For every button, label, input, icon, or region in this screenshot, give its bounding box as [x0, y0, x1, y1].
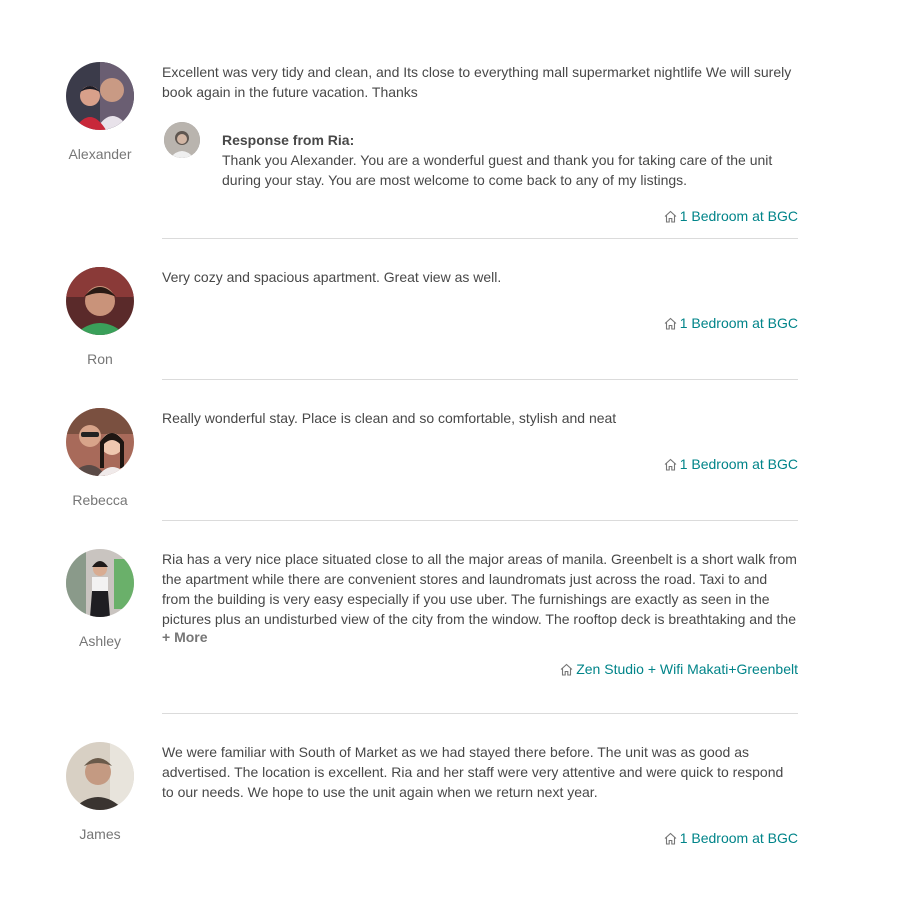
divider [162, 520, 798, 521]
author-name[interactable]: Ron [60, 351, 140, 367]
review-body: Excellent was very tidy and clean, and I… [162, 62, 798, 228]
host-response: Response from Ria: Thank you Alexander. … [162, 122, 798, 190]
home-icon [664, 456, 677, 476]
response-title: Response from Ria: [222, 132, 355, 148]
review-author: Alexander [60, 62, 140, 162]
review-body: Really wonderful stay. Place is clean an… [162, 408, 798, 476]
listing-name: 1 Bedroom at BGC [679, 315, 798, 331]
avatar[interactable] [66, 742, 134, 810]
review-body: Very cozy and spacious apartment. Great … [162, 267, 798, 335]
listing-name: 1 Bedroom at BGC [679, 830, 798, 846]
divider [162, 713, 798, 714]
review-author: James [60, 742, 140, 842]
author-name[interactable]: Ashley [60, 633, 140, 649]
listing-link[interactable]: 1 Bedroom at BGC [162, 206, 798, 228]
divider [162, 238, 798, 239]
listing-link[interactable]: 1 Bedroom at BGC [162, 313, 798, 335]
home-icon [664, 315, 677, 335]
avatar[interactable] [66, 267, 134, 335]
review-text: Ria has a very nice place situated close… [162, 551, 797, 627]
author-name[interactable]: James [60, 826, 140, 842]
host-avatar[interactable] [164, 122, 200, 158]
author-name[interactable]: Rebecca [60, 492, 140, 508]
listing-link[interactable]: Zen Studio + Wifi Makati+Greenbelt [162, 659, 798, 681]
response-text: Thank you Alexander. You are a wonderful… [222, 152, 773, 188]
avatar[interactable] [66, 62, 134, 130]
read-more-button[interactable]: + More [162, 629, 208, 645]
review-text: Really wonderful stay. Place is clean an… [162, 410, 617, 426]
home-icon [664, 830, 677, 850]
avatar[interactable] [66, 549, 134, 617]
home-icon [560, 661, 573, 681]
listing-link[interactable]: 1 Bedroom at BGC [162, 454, 798, 476]
listing-name: 1 Bedroom at BGC [679, 456, 798, 472]
divider [162, 379, 798, 380]
review-text: Excellent was very tidy and clean, and I… [162, 64, 792, 100]
review-body: We were familiar with South of Market as… [162, 742, 798, 850]
review-author: Ashley [60, 549, 140, 649]
listing-name: 1 Bedroom at BGC [679, 208, 798, 224]
avatar[interactable] [66, 408, 134, 476]
review-author: Ron [60, 267, 140, 367]
listing-name: Zen Studio + Wifi Makati+Greenbelt [576, 661, 798, 677]
listing-link[interactable]: 1 Bedroom at BGC [162, 828, 798, 850]
review-text: Very cozy and spacious apartment. Great … [162, 269, 502, 285]
review-text: We were familiar with South of Market as… [162, 744, 784, 800]
review-body: Ria has a very nice place situated close… [162, 549, 798, 681]
author-name[interactable]: Alexander [60, 146, 140, 162]
home-icon [664, 208, 677, 228]
review-author: Rebecca [60, 408, 140, 508]
